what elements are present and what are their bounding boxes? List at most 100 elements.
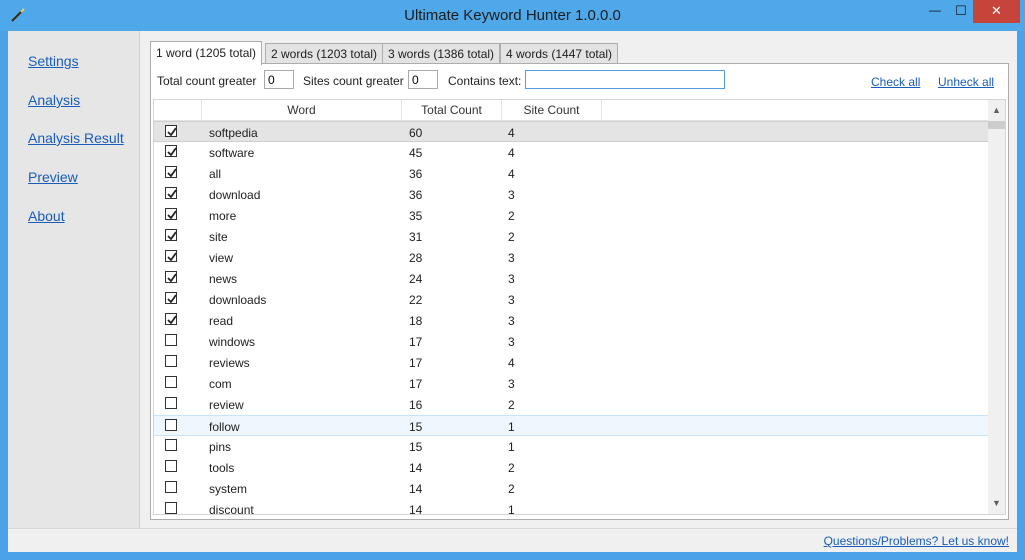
cell-site-count: 3 (508, 377, 515, 391)
cell-total-count: 28 (409, 251, 423, 265)
row-checkbox[interactable] (165, 187, 177, 199)
row-checkbox[interactable] (165, 355, 177, 367)
table-row[interactable]: site 31 2 (154, 226, 988, 247)
checkmark-icon (167, 273, 177, 283)
scrollbar-thumb[interactable] (988, 121, 1005, 129)
table-row[interactable]: news 24 3 (154, 268, 988, 289)
contains-text-label: Contains text: (448, 74, 522, 88)
cell-total-count: 36 (409, 188, 423, 202)
table-row[interactable]: downloads 22 3 (154, 289, 988, 310)
cell-total-count: 15 (409, 420, 423, 434)
cell-site-count: 3 (508, 251, 515, 265)
column-header-word[interactable]: Word (202, 100, 402, 120)
cell-site-count: 2 (508, 209, 515, 223)
table-row[interactable]: pins 15 1 (154, 436, 988, 457)
cell-total-count: 22 (409, 293, 423, 307)
row-checkbox[interactable] (165, 250, 177, 262)
sidebar-item-settings[interactable]: Settings (28, 53, 79, 69)
table-row[interactable]: windows 17 3 (154, 331, 988, 352)
row-checkbox[interactable] (165, 208, 177, 220)
client-area: Settings Analysis Analysis Result Previe… (8, 31, 1017, 552)
table-row[interactable]: all 36 4 (154, 163, 988, 184)
table-row[interactable]: more 35 2 (154, 205, 988, 226)
cell-site-count: 4 (508, 356, 515, 370)
cell-word: view (209, 251, 234, 265)
row-checkbox[interactable] (165, 502, 177, 514)
table-row[interactable]: read 18 3 (154, 310, 988, 331)
row-checkbox[interactable] (165, 460, 177, 472)
main-area: 1 word (1205 total) 2 words (1203 total)… (140, 31, 1017, 528)
row-checkbox[interactable] (165, 334, 177, 346)
cell-word: follow (209, 420, 240, 434)
checkmark-icon (167, 210, 177, 220)
row-checkbox[interactable] (165, 166, 177, 178)
checkmark-icon (167, 231, 177, 241)
close-button[interactable]: ✕ (973, 0, 1020, 23)
chevron-down-icon[interactable]: ▼ (988, 495, 1005, 511)
column-header-check[interactable] (154, 100, 202, 120)
table-row[interactable]: reviews 17 4 (154, 352, 988, 373)
cell-total-count: 35 (409, 209, 423, 223)
uncheck-all-link[interactable]: Unheck all (938, 75, 994, 89)
cell-site-count: 4 (508, 146, 515, 160)
cell-total-count: 36 (409, 167, 423, 181)
keyword-table: Word Total Count Site Count softpedia 60 4… (153, 99, 1006, 515)
cell-site-count: 3 (508, 188, 515, 202)
sites-count-input[interactable] (408, 70, 438, 89)
table-row[interactable]: review 16 2 (154, 394, 988, 415)
sidebar-item-about[interactable]: About (28, 208, 65, 224)
cell-word: site (209, 230, 228, 244)
cell-total-count: 17 (409, 377, 423, 391)
row-checkbox[interactable] (165, 292, 177, 304)
chevron-up-icon[interactable]: ▲ (988, 102, 1005, 118)
sidebar-item-preview[interactable]: Preview (28, 169, 78, 185)
row-checkbox[interactable] (165, 125, 177, 137)
cell-total-count: 18 (409, 314, 423, 328)
table-row[interactable]: tools 14 2 (154, 457, 988, 478)
row-checkbox[interactable] (165, 481, 177, 493)
table-row[interactable]: download 36 3 (154, 184, 988, 205)
close-icon: ✕ (991, 3, 1002, 18)
minimize-button[interactable]: — (922, 0, 948, 23)
tab-panel: Total count greater Sites count greater … (150, 63, 1009, 520)
row-checkbox[interactable] (165, 439, 177, 451)
row-checkbox[interactable] (165, 419, 177, 431)
maximize-button[interactable]: ☐ (948, 0, 974, 23)
cell-total-count: 31 (409, 230, 423, 244)
cell-site-count: 4 (508, 167, 515, 181)
row-checkbox[interactable] (165, 397, 177, 409)
total-count-input[interactable] (264, 70, 294, 89)
cell-total-count: 60 (409, 126, 423, 140)
sidebar-item-analysis[interactable]: Analysis (28, 92, 80, 108)
cell-total-count: 14 (409, 461, 423, 475)
checkmark-icon (167, 147, 177, 157)
total-count-label: Total count greater (157, 74, 257, 88)
table-row[interactable]: system 14 2 (154, 478, 988, 499)
row-checkbox[interactable] (165, 313, 177, 325)
cell-word: news (209, 272, 238, 286)
column-header-total-count[interactable]: Total Count (402, 100, 502, 120)
sidebar-item-analysis-result[interactable]: Analysis Result (28, 130, 124, 146)
table-row[interactable]: discount 14 1 (154, 499, 988, 514)
row-checkbox[interactable] (165, 271, 177, 283)
checkmark-icon (167, 294, 177, 304)
table-row[interactable]: view 28 3 (154, 247, 988, 268)
vertical-scrollbar[interactable]: ▲ ▼ (988, 100, 1005, 514)
check-all-link[interactable]: Check all (871, 75, 920, 89)
row-checkbox[interactable] (165, 229, 177, 241)
column-header-site-count[interactable]: Site Count (502, 100, 602, 120)
feedback-link[interactable]: Questions/Problems? Let us know! (824, 534, 1009, 548)
row-checkbox[interactable] (165, 376, 177, 388)
checkmark-icon (167, 252, 177, 262)
table-row[interactable]: softpedia 60 4 (154, 121, 988, 142)
tab-4-words[interactable]: 4 words (1447 total) (500, 43, 619, 64)
row-checkbox[interactable] (165, 145, 177, 157)
tab-2-words[interactable]: 2 words (1203 total) (265, 43, 384, 64)
contains-text-input[interactable] (525, 70, 725, 89)
table-row[interactable]: com 17 3 (154, 373, 988, 394)
table-row[interactable]: software 45 4 (154, 142, 988, 163)
table-row[interactable]: follow 15 1 (154, 415, 988, 436)
tab-3-words[interactable]: 3 words (1386 total) (382, 43, 501, 64)
cell-total-count: 24 (409, 272, 423, 286)
tab-1-word[interactable]: 1 word (1205 total) (150, 41, 263, 65)
